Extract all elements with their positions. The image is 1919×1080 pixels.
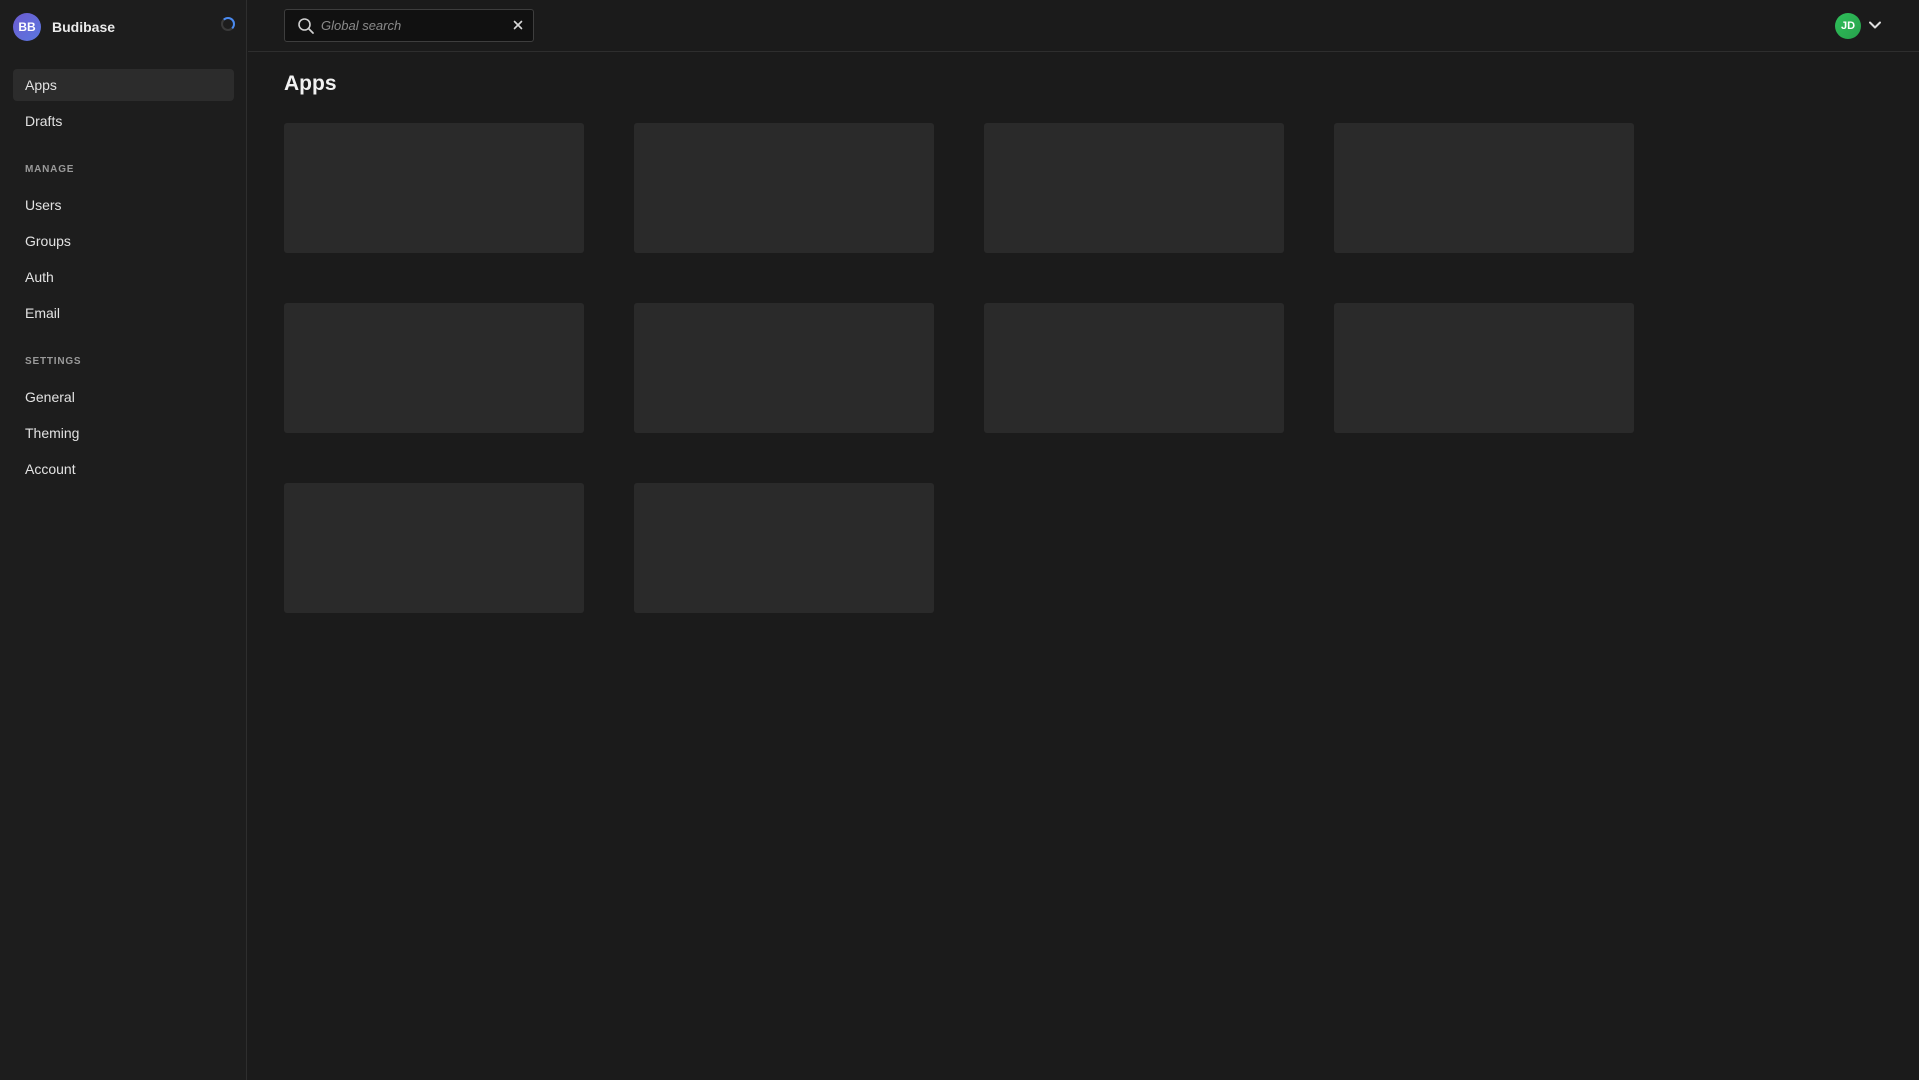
- user-avatar[interactable]: JD: [1835, 13, 1861, 39]
- chevron-down-icon[interactable]: [1868, 18, 1882, 32]
- search-icon: [297, 17, 315, 35]
- sidebar-item-auth[interactable]: Auth: [13, 261, 234, 293]
- nav-manage: Users Groups Auth Email: [13, 189, 234, 329]
- sidebar-item-email[interactable]: Email: [13, 297, 234, 329]
- sidebar-section-manage: MANAGE: [25, 164, 75, 175]
- sidebar-section-settings: SETTINGS: [25, 356, 82, 367]
- search-input[interactable]: [321, 18, 501, 33]
- sidebar-item-account[interactable]: Account: [13, 453, 234, 485]
- sidebar-item-drafts[interactable]: Drafts: [13, 105, 234, 137]
- sidebar-item-general[interactable]: General: [13, 381, 234, 413]
- sidebar-item-users[interactable]: Users: [13, 189, 234, 221]
- app-card-skeleton: [634, 123, 934, 253]
- app-card-skeleton: [284, 303, 584, 433]
- app-card-skeleton: [634, 483, 934, 613]
- app-card-skeleton: [284, 123, 584, 253]
- page-title: Apps: [284, 72, 337, 95]
- app-card-skeleton: [634, 303, 934, 433]
- loading-spinner-icon: [221, 17, 235, 31]
- close-icon[interactable]: [511, 18, 525, 32]
- global-search[interactable]: [284, 9, 534, 42]
- nav-settings: General Theming Account: [13, 381, 234, 485]
- brand-name: Budibase: [52, 19, 116, 35]
- sidebar: BB Budibase Apps Drafts MANAGE Users Gro…: [0, 0, 247, 1080]
- app-root: BB Budibase Apps Drafts MANAGE Users Gro…: [0, 0, 1919, 1080]
- app-card-skeleton: [284, 483, 584, 613]
- nav-primary: Apps Drafts: [13, 69, 234, 137]
- topbar: JD: [248, 0, 1919, 52]
- app-card-skeleton: [1334, 303, 1634, 433]
- sidebar-item-apps[interactable]: Apps: [13, 69, 234, 101]
- app-card-grid: [284, 123, 1636, 613]
- brand[interactable]: BB Budibase: [13, 13, 235, 41]
- app-card-skeleton: [1334, 123, 1634, 253]
- sidebar-item-theming[interactable]: Theming: [13, 417, 234, 449]
- sidebar-item-groups[interactable]: Groups: [13, 225, 234, 257]
- app-card-skeleton: [984, 123, 1284, 253]
- brand-avatar[interactable]: BB: [13, 13, 41, 41]
- app-card-skeleton: [984, 303, 1284, 433]
